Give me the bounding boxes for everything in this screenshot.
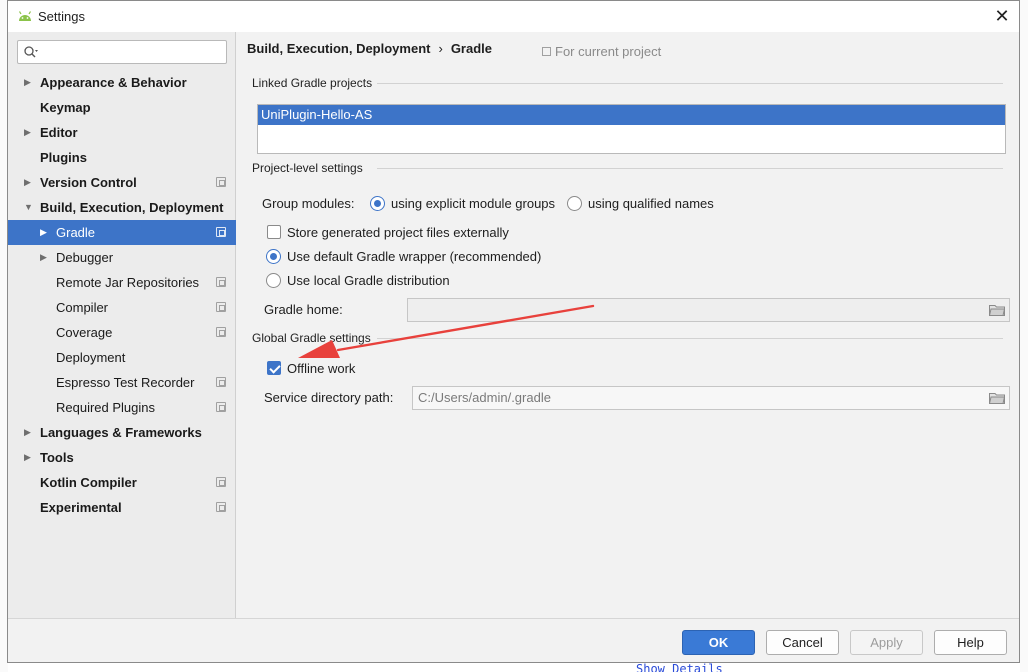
cancel-button[interactable]: Cancel [766,630,839,655]
project-scope-icon [216,402,226,412]
divider [377,168,1003,169]
group-modules-label: Group modules: [262,196,355,211]
expand-arrow-icon[interactable]: ▶ [40,245,50,270]
sidebar-item-coverage[interactable]: Coverage [8,320,236,345]
sidebar-item-required-plugins[interactable]: Required Plugins [8,395,236,420]
sidebar-item-keymap[interactable]: Keymap [8,95,236,120]
sidebar-item-kotlin-compiler[interactable]: Kotlin Compiler [8,470,236,495]
sidebar-item-version-control[interactable]: ▶ Version Control [8,170,236,195]
ok-button[interactable]: OK [682,630,755,655]
sidebar-item-tools[interactable]: ▶ Tools [8,445,236,470]
search-input[interactable] [17,40,227,64]
radio-qualified-names-label[interactable]: using qualified names [588,196,714,211]
sidebar-item-appearance-behavior[interactable]: ▶ Appearance & Behavior [8,70,236,95]
radio-local-distribution[interactable] [266,273,281,288]
project-scope-icon [216,177,226,187]
store-externally-checkbox[interactable] [267,225,281,239]
expand-arrow-icon[interactable]: ▶ [24,170,34,195]
divider [377,338,1003,339]
sidebar-item-build-execution-deployment[interactable]: ▼ Build, Execution, Deployment [8,195,236,220]
service-directory-field[interactable]: C:/Users/admin/.gradle [412,386,1010,410]
gradle-home-label: Gradle home: [264,302,343,317]
sidebar-item-plugins[interactable]: Plugins [8,145,236,170]
gradle-settings-panel: Build, Execution, Deployment › Gradle For … [237,32,1019,618]
project-scope-icon [216,502,226,512]
radio-qualified-names[interactable] [567,196,582,211]
linked-projects-list[interactable]: UniPlugin-Hello-AS [257,104,1006,154]
section-title-project-level: Project-level settings [252,161,363,175]
project-scope-icon [216,327,226,337]
breadcrumb-parent[interactable]: Build, Execution, Deployment [247,41,430,56]
radio-explicit-module-groups[interactable] [370,196,385,211]
settings-tree: ▶ Appearance & Behavior Keymap ▶ Editor … [8,70,236,520]
divider [377,83,1003,84]
settings-dialog: Settings ✕ ▶ Appearance & Behavior Keyma… [7,0,1020,663]
radio-local-distribution-label[interactable]: Use local Gradle distribution [287,273,450,288]
scope-note: For current project [542,44,661,59]
project-scope-icon [216,277,226,287]
project-scope-icon [216,477,226,487]
sidebar-item-languages-frameworks[interactable]: ▶ Languages & Frameworks [8,420,236,445]
sidebar-item-gradle[interactable]: ▶ Gradle [8,220,236,245]
title-bar: Settings ✕ [8,1,1019,32]
sidebar-item-espresso-test-recorder[interactable]: Espresso Test Recorder [8,370,236,395]
service-directory-label: Service directory path: [264,390,394,405]
settings-sidebar: ▶ Appearance & Behavior Keymap ▶ Editor … [8,32,236,618]
expand-arrow-icon[interactable]: ▶ [24,70,34,95]
android-icon [18,11,32,21]
list-item[interactable]: UniPlugin-Hello-AS [258,105,1005,125]
folder-icon[interactable] [989,392,1005,404]
expand-arrow-icon[interactable]: ▶ [24,120,34,145]
radio-default-wrapper[interactable] [266,249,281,264]
section-title-global: Global Gradle settings [252,331,371,345]
project-scope-icon [216,302,226,312]
sidebar-item-experimental[interactable]: Experimental [8,495,236,520]
expand-arrow-icon[interactable]: ▶ [40,220,50,245]
dialog-footer: OK Cancel Apply Help [8,618,1019,662]
project-scope-icon [542,47,551,56]
sidebar-item-debugger[interactable]: ▶ Debugger [8,245,236,270]
store-externally-label[interactable]: Store generated project files externally [287,225,509,240]
search-icon [24,46,38,58]
radio-default-wrapper-label[interactable]: Use default Gradle wrapper (recommended) [287,249,541,264]
expand-arrow-icon[interactable]: ▶ [24,420,34,445]
sidebar-item-editor[interactable]: ▶ Editor [8,120,236,145]
breadcrumb: Build, Execution, Deployment › Gradle [247,41,492,56]
window-title: Settings [38,9,85,24]
sidebar-item-deployment[interactable]: Deployment [8,345,236,370]
apply-button[interactable]: Apply [850,630,923,655]
section-title-linked-projects: Linked Gradle projects [252,76,373,90]
close-icon[interactable]: ✕ [991,5,1013,27]
breadcrumb-separator: › [438,41,443,56]
project-scope-icon [216,377,226,387]
show-details-link[interactable]: Show Details [636,662,723,672]
help-button[interactable]: Help [934,630,1007,655]
gradle-home-field[interactable] [407,298,1010,322]
collapse-arrow-icon[interactable]: ▼ [24,195,34,220]
folder-icon[interactable] [989,304,1005,316]
background-ide-right-edge [1020,0,1028,672]
offline-work-label[interactable]: Offline work [287,361,355,376]
radio-explicit-module-groups-label[interactable]: using explicit module groups [391,196,555,211]
sidebar-item-remote-jar-repositories[interactable]: Remote Jar Repositories [8,270,236,295]
project-scope-icon [216,227,226,237]
sidebar-item-compiler[interactable]: Compiler [8,295,236,320]
breadcrumb-current: Gradle [450,41,492,56]
expand-arrow-icon[interactable]: ▶ [24,445,34,470]
offline-work-checkbox[interactable] [267,361,281,375]
